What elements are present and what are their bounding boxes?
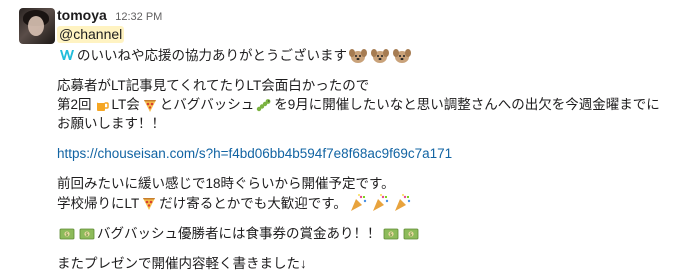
message-text: を9月に開催したいなと思い調整さんへの出欠を今週金曜までに: [274, 97, 660, 112]
svg-text:$: $: [389, 232, 392, 238]
message-text: とバグバッシュ: [159, 97, 255, 112]
money-bill-emoji-icon: $: [403, 226, 419, 242]
chouseisan-link[interactable]: https://chouseisan.com/s?h=f4bd06bb4b594…: [57, 144, 452, 163]
pizza-emoji-icon: [142, 97, 158, 113]
username[interactable]: tomoya: [57, 7, 107, 23]
dog-emoji-icon: [392, 45, 412, 65]
party-popper-emoji-icon: [348, 193, 368, 213]
message-text: 第2回: [57, 97, 92, 112]
money-bill-emoji-icon: $: [59, 226, 75, 242]
dog-emoji-icon: [348, 45, 368, 65]
message-line-1: のいいねや応援の協力ありがとうございます: [57, 45, 677, 65]
money-bill-emoji-icon: $: [383, 226, 399, 242]
message-line-2: 応募者がLT記事見てくれてたりLT会面白かったので: [57, 76, 677, 95]
party-popper-emoji-icon: [392, 193, 412, 213]
message-content: tomoya 12:32 PM @channel のいいねや応援の協力ありがとう…: [57, 6, 677, 273]
message-line-7: 学校帰りにLT だけ寄るとかでも大歓迎です。: [57, 193, 677, 213]
svg-text:$: $: [85, 232, 88, 238]
message-line-3: 第2回 LT会 とバグバッシュ を9月に開催したいなと思い調整さんへの出欠を今週…: [57, 95, 677, 114]
bug-emoji-icon: [256, 97, 272, 113]
avatar-face: [28, 16, 44, 36]
wantedly-logo-icon: [59, 47, 75, 63]
message-line-9: またプレゼンで開催内容軽く書きました↓: [57, 254, 677, 273]
money-bill-emoji-icon: $: [79, 226, 95, 242]
message-line-8: $ $ バグバッシュ優勝者には食事券の賞金あり！！ $ $: [57, 224, 677, 243]
message-link-line: https://chouseisan.com/s?h=f4bd06bb4b594…: [57, 144, 677, 163]
timestamp[interactable]: 12:32 PM: [115, 11, 162, 23]
message-text: 前回みたいに緩い感じで18時ぐらいから開催予定です。: [57, 176, 395, 191]
svg-text:$: $: [65, 232, 68, 238]
message-text: またプレゼンで開催内容軽く書きました↓: [57, 256, 307, 271]
party-popper-emoji-icon: [370, 193, 390, 213]
message-text: だけ寄るとかでも大歓迎です。: [159, 195, 347, 211]
message-text: お願いします！！: [57, 116, 165, 131]
svg-text:$: $: [409, 232, 412, 238]
message-header: tomoya 12:32 PM: [57, 6, 677, 24]
message-text: のいいねや応援の協力ありがとうございます: [77, 47, 347, 63]
user-avatar[interactable]: [19, 8, 55, 44]
message-line-4: お願いします！！: [57, 114, 677, 133]
message-text: 応募者がLT記事見てくれてたりLT会面白かったので: [57, 78, 370, 93]
beer-emoji-icon: [94, 97, 110, 113]
message-text: LT会: [111, 97, 140, 112]
message-text: バグバッシュ優勝者には食事券の賞金あり！！: [97, 226, 381, 241]
message-text: 学校帰りにLT: [57, 195, 140, 211]
dog-emoji-icon: [370, 45, 390, 65]
channel-mention[interactable]: @channel: [57, 26, 125, 43]
pizza-emoji-icon: [141, 195, 157, 211]
message-line-6: 前回みたいに緩い感じで18時ぐらいから開催予定です。: [57, 174, 677, 193]
